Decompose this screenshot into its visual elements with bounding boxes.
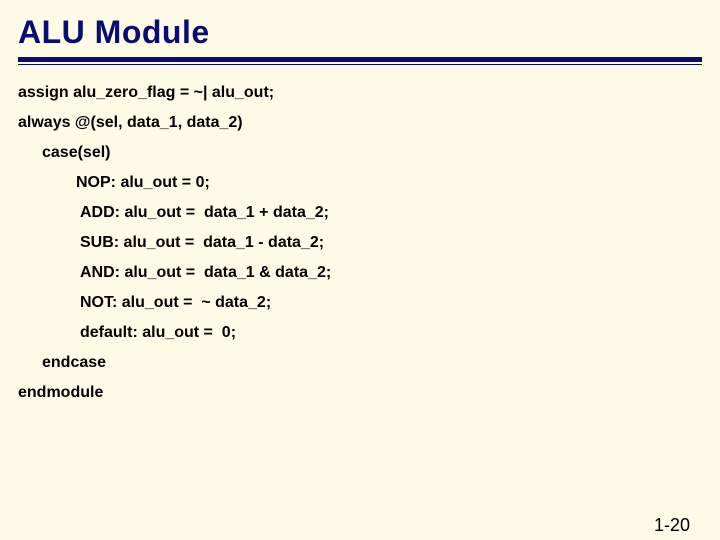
code-line: ADD: alu_out = data_1 + data_2; <box>80 205 720 221</box>
code-line: AND: alu_out = data_1 & data_2; <box>80 265 720 281</box>
slide-number: 1-20 <box>654 515 690 536</box>
code-line: endcase <box>42 355 720 371</box>
code-block: assign alu_zero_flag = ~| alu_out; alway… <box>18 85 720 401</box>
code-line: default: alu_out = 0; <box>80 325 720 341</box>
code-line: NOT: alu_out = ~ data_2; <box>80 295 720 311</box>
code-line: assign alu_zero_flag = ~| alu_out; <box>18 85 720 101</box>
code-line: case(sel) <box>42 145 720 161</box>
code-line: always @(sel, data_1, data_2) <box>18 115 720 131</box>
code-line: SUB: alu_out = data_1 - data_2; <box>80 235 720 251</box>
code-line: NOP: alu_out = 0; <box>76 175 720 191</box>
page-title: ALU Module <box>18 14 720 51</box>
code-line: endmodule <box>18 385 720 401</box>
title-rule <box>18 57 702 65</box>
